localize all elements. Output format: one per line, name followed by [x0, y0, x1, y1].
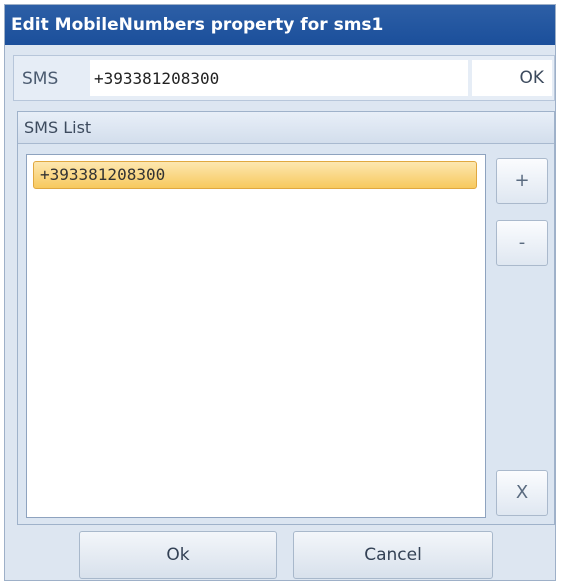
ok-button[interactable]: Ok — [79, 531, 277, 579]
sms-list-header: SMS List — [18, 112, 554, 144]
sms-label: SMS — [22, 69, 59, 89]
clear-button[interactable]: X — [496, 470, 548, 516]
add-button[interactable]: + — [496, 158, 548, 204]
sms-listbox[interactable]: +393381208300 — [26, 154, 486, 518]
sms-ok-button[interactable]: OK — [472, 60, 552, 96]
dialog-title: Edit MobileNumbers property for sms1 — [5, 5, 555, 45]
list-item[interactable]: +393381208300 — [33, 161, 477, 189]
sms-list-group: SMS List +393381208300 + - X — [17, 111, 555, 525]
sms-input[interactable] — [90, 60, 468, 96]
cancel-button[interactable]: Cancel — [293, 531, 493, 579]
sms-entry-row: SMS OK — [13, 55, 555, 101]
remove-button[interactable]: - — [496, 220, 548, 266]
edit-dialog: Edit MobileNumbers property for sms1 SMS… — [4, 4, 556, 581]
